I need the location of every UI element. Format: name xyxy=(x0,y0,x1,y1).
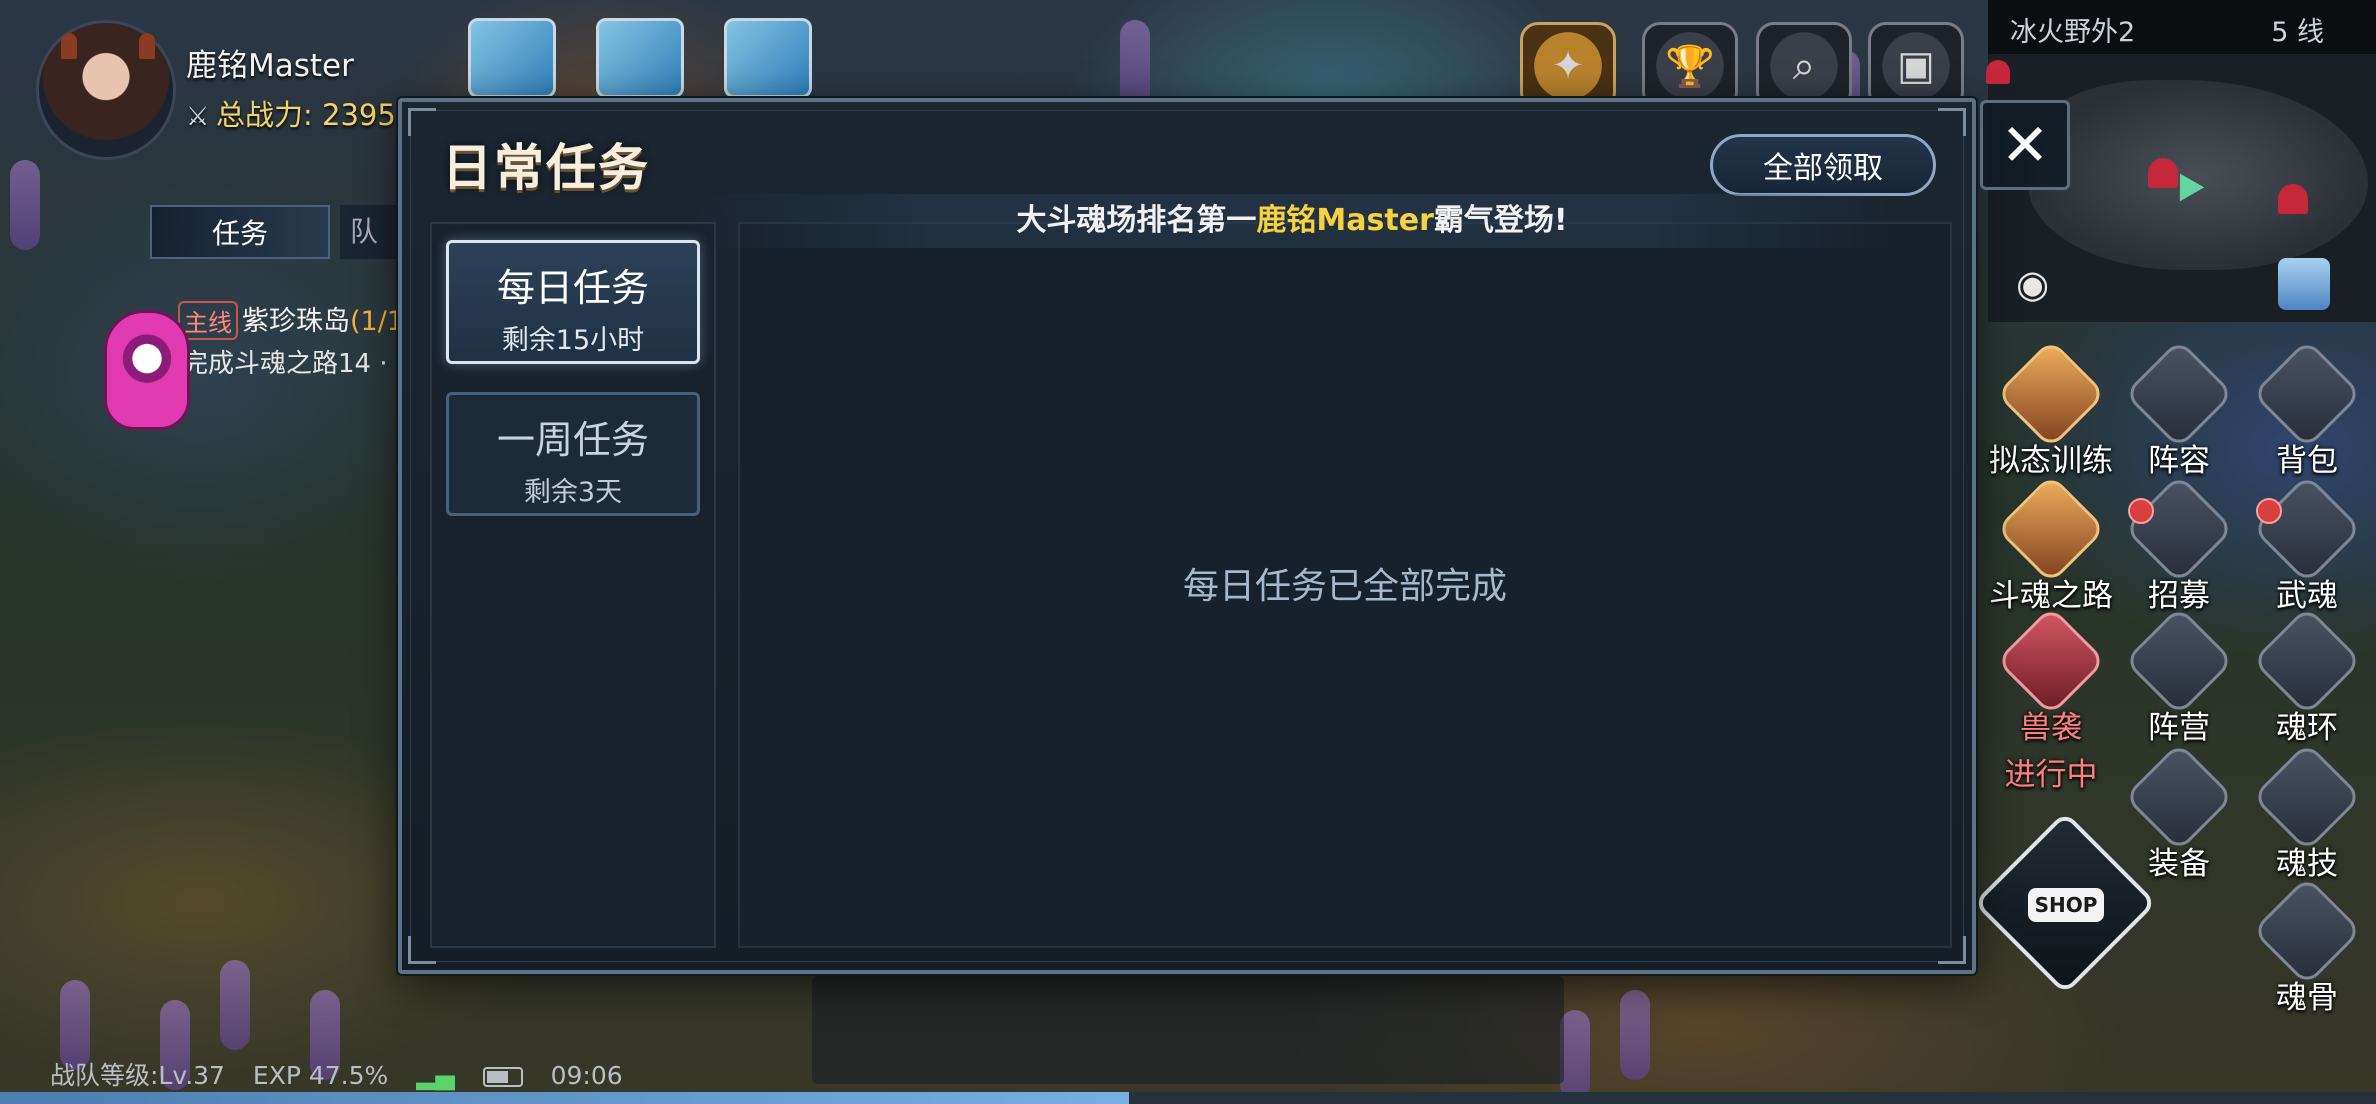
battery-icon xyxy=(482,1067,523,1087)
beast-raid-status: 进行中 xyxy=(2004,757,2098,793)
recruit-icon xyxy=(2123,473,2235,585)
shop-sign-icon[interactable]: SHOP xyxy=(2028,888,2104,922)
menu-beast-raid[interactable]: 兽袭 进行中 xyxy=(1986,605,2116,794)
gift-box-icon[interactable] xyxy=(596,18,684,98)
menu-lineup[interactable]: 阵容 xyxy=(2114,338,2244,480)
quest-item[interactable]: 主线 紫珍珠岛(1/1) 完成斗魂之路14 · 启 xyxy=(160,295,422,395)
announcement-banner: 大斗魂场排名第一鹿铭Master霸气登场! xyxy=(692,194,1892,248)
announcement-player-name: 鹿铭Master xyxy=(1256,203,1434,238)
frame-corner xyxy=(1938,108,1966,136)
menu-backpack[interactable]: 背包 xyxy=(2242,338,2372,480)
menu-soul-road[interactable]: 斗魂之路 xyxy=(1986,473,2116,615)
dialog-title: 日常任务 xyxy=(442,139,650,197)
menu-mimic-training[interactable]: 拟态训练 xyxy=(1986,338,2116,480)
minimap-header: 冰火野外2 5 线 xyxy=(1988,0,2376,54)
beast-raid-icon xyxy=(1995,605,2107,717)
menu-equipment[interactable]: 装备 xyxy=(2114,741,2244,883)
menu-soul-bone[interactable]: 魂骨 xyxy=(2242,875,2372,1017)
close-button[interactable]: ✕ xyxy=(1980,100,2070,190)
minimap-terrain xyxy=(2028,80,2368,270)
magnifier-icon[interactable]: ⌕ xyxy=(1756,22,1852,110)
crossed-swords-icon: ⚔ xyxy=(186,102,210,132)
menu-faction[interactable]: 阵营 xyxy=(2114,605,2244,747)
gift-box-icon[interactable] xyxy=(468,18,556,98)
avatar-horn xyxy=(61,33,77,59)
task-category-panel: 每日任务 剩余15小时 一周任务 剩余3天 xyxy=(430,222,716,948)
eye-icon[interactable]: ◉ xyxy=(2016,262,2049,306)
tab-title: 一周任务 xyxy=(496,418,649,462)
avatar[interactable] xyxy=(36,20,176,160)
soul-ring-icon xyxy=(2251,605,2363,717)
menu-soul-ring[interactable]: 魂环 xyxy=(2242,605,2372,747)
notification-dot xyxy=(2128,498,2154,524)
backpack-icon xyxy=(2251,338,2363,450)
quest-description: 完成斗魂之路14 · 启 xyxy=(182,349,422,379)
daily-tasks-dialog: 日常任务 全部领取 每日任务 剩余15小时 一周任务 剩余3天 大斗魂场排名第一… xyxy=(398,98,1976,974)
gift-box-icon[interactable] xyxy=(724,18,812,98)
claim-all-button[interactable]: 全部领取 xyxy=(1710,134,1936,196)
tab-title: 每日任务 xyxy=(496,266,649,310)
menu-soul-skill[interactable]: 魂技 xyxy=(2242,741,2372,883)
player-name: 鹿铭Master xyxy=(186,48,354,84)
quest-title: 紫珍珠岛(1/1) xyxy=(242,299,415,338)
announcement-prefix: 大斗魂场排名第一 xyxy=(1016,203,1257,238)
faction-icon xyxy=(2123,605,2235,717)
tab-remaining-time: 剩余3天 xyxy=(523,477,623,508)
chest-icon[interactable]: ▣ xyxy=(1868,22,1964,110)
zone-name: 冰火野外2 xyxy=(2010,17,2136,48)
power-label: 总战力: xyxy=(216,98,313,132)
martial-soul-icon xyxy=(2251,473,2363,585)
chat-box[interactable] xyxy=(812,976,1564,1084)
event-icon[interactable]: ✦ xyxy=(1520,22,1616,110)
trophy-icon[interactable]: 🏆 xyxy=(1642,22,1738,110)
team-level: 战队等级:Lv.37 xyxy=(50,1061,225,1090)
empty-state-message: 每日任务已全部完成 xyxy=(1182,566,1507,607)
notification-dot xyxy=(2256,498,2282,524)
player-info[interactable]: 鹿铭Master ⚔ 总战力: 2395 xyxy=(36,20,456,160)
tab-remaining-time: 剩余15小时 xyxy=(501,325,645,356)
meditation-icon xyxy=(1995,338,2107,450)
enemy-marker-icon xyxy=(1986,60,2010,84)
total-power: ⚔ 总战力: 2395 xyxy=(186,92,396,134)
tab-daily-tasks[interactable]: 每日任务 剩余15小时 xyxy=(446,240,700,364)
equipment-icon xyxy=(2123,741,2235,853)
announcement-suffix: 霸气登场! xyxy=(1433,203,1568,238)
tab-tasks[interactable]: 任务 xyxy=(150,205,330,259)
status-bar: 战队等级:Lv.37 EXP 47.5% ▂▄ 09:06 xyxy=(50,1056,623,1092)
quest-title-text: 紫珍珠岛 xyxy=(242,306,350,337)
mascot-icon[interactable] xyxy=(104,310,190,430)
tab-weekly-tasks[interactable]: 一周任务 剩余3天 xyxy=(446,392,700,516)
avatar-horn xyxy=(139,33,155,59)
enemy-marker-icon xyxy=(2278,184,2308,214)
exp-text: EXP 47.5% xyxy=(252,1061,389,1090)
clock: 09:06 xyxy=(550,1061,623,1090)
castle-icon[interactable] xyxy=(2278,258,2330,310)
tab-team[interactable]: 队 xyxy=(340,205,400,259)
signal-icon: ▂▄ xyxy=(416,1061,455,1090)
close-icon: ✕ xyxy=(2000,111,2050,179)
power-value: 2395 xyxy=(322,98,396,132)
exp-progress-bar xyxy=(0,1092,2376,1104)
frame-corner xyxy=(408,108,436,136)
soul-bone-icon xyxy=(2251,875,2363,987)
lineup-icon xyxy=(2123,338,2235,450)
server-line[interactable]: 5 线 xyxy=(2271,10,2324,49)
gate-icon xyxy=(1995,473,2107,585)
exp-progress-fill xyxy=(0,1092,1129,1104)
soul-skill-icon xyxy=(2251,741,2363,853)
